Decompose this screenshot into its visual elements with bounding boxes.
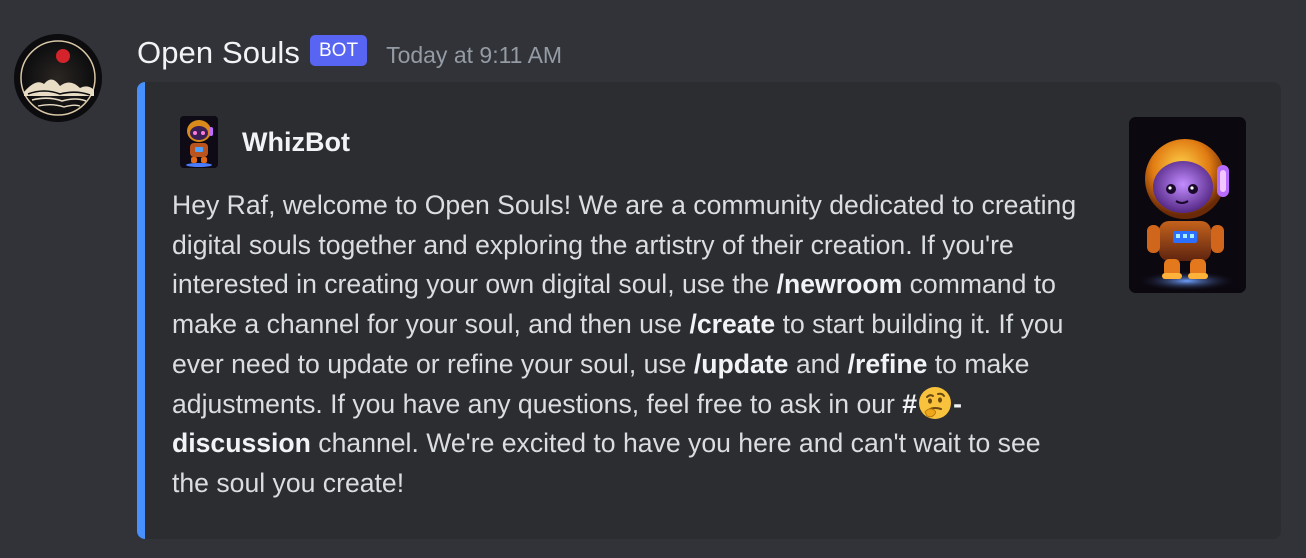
whizbot-robot-icon — [180, 116, 218, 168]
bot-badge: BOT — [310, 34, 368, 66]
slash-command: /update — [693, 348, 789, 379]
whizbot-robot-icon — [1129, 117, 1246, 293]
message-header: Open Souls BOT Today at 9:11 AM — [137, 32, 562, 74]
user-avatar[interactable] — [14, 34, 102, 122]
username[interactable]: Open Souls — [137, 35, 300, 71]
slash-command: /create — [689, 309, 776, 340]
slash-command: /refine — [847, 348, 928, 379]
chat-message: Open Souls BOT Today at 9:11 AM WhizBot … — [0, 0, 1306, 558]
open-souls-logo-icon — [14, 34, 102, 122]
embed-author: WhizBot — [180, 116, 350, 168]
embed-description: Hey Raf, welcome to Open Souls! We are a… — [172, 186, 1077, 504]
embed-thumbnail[interactable] — [1129, 117, 1246, 293]
message-timestamp[interactable]: Today at 9:11 AM — [386, 42, 562, 69]
description-text: and — [788, 348, 848, 379]
thinking-face-icon — [917, 385, 953, 421]
message-embed: WhizBot Hey Raf, welcome to Open Souls! … — [137, 82, 1281, 539]
embed-author-name[interactable]: WhizBot — [242, 127, 350, 158]
slash-command: /newroom — [776, 269, 903, 300]
embed-accent-bar — [137, 82, 145, 539]
channel-mention[interactable]: # — [902, 389, 917, 419]
embed-author-icon — [180, 116, 218, 168]
